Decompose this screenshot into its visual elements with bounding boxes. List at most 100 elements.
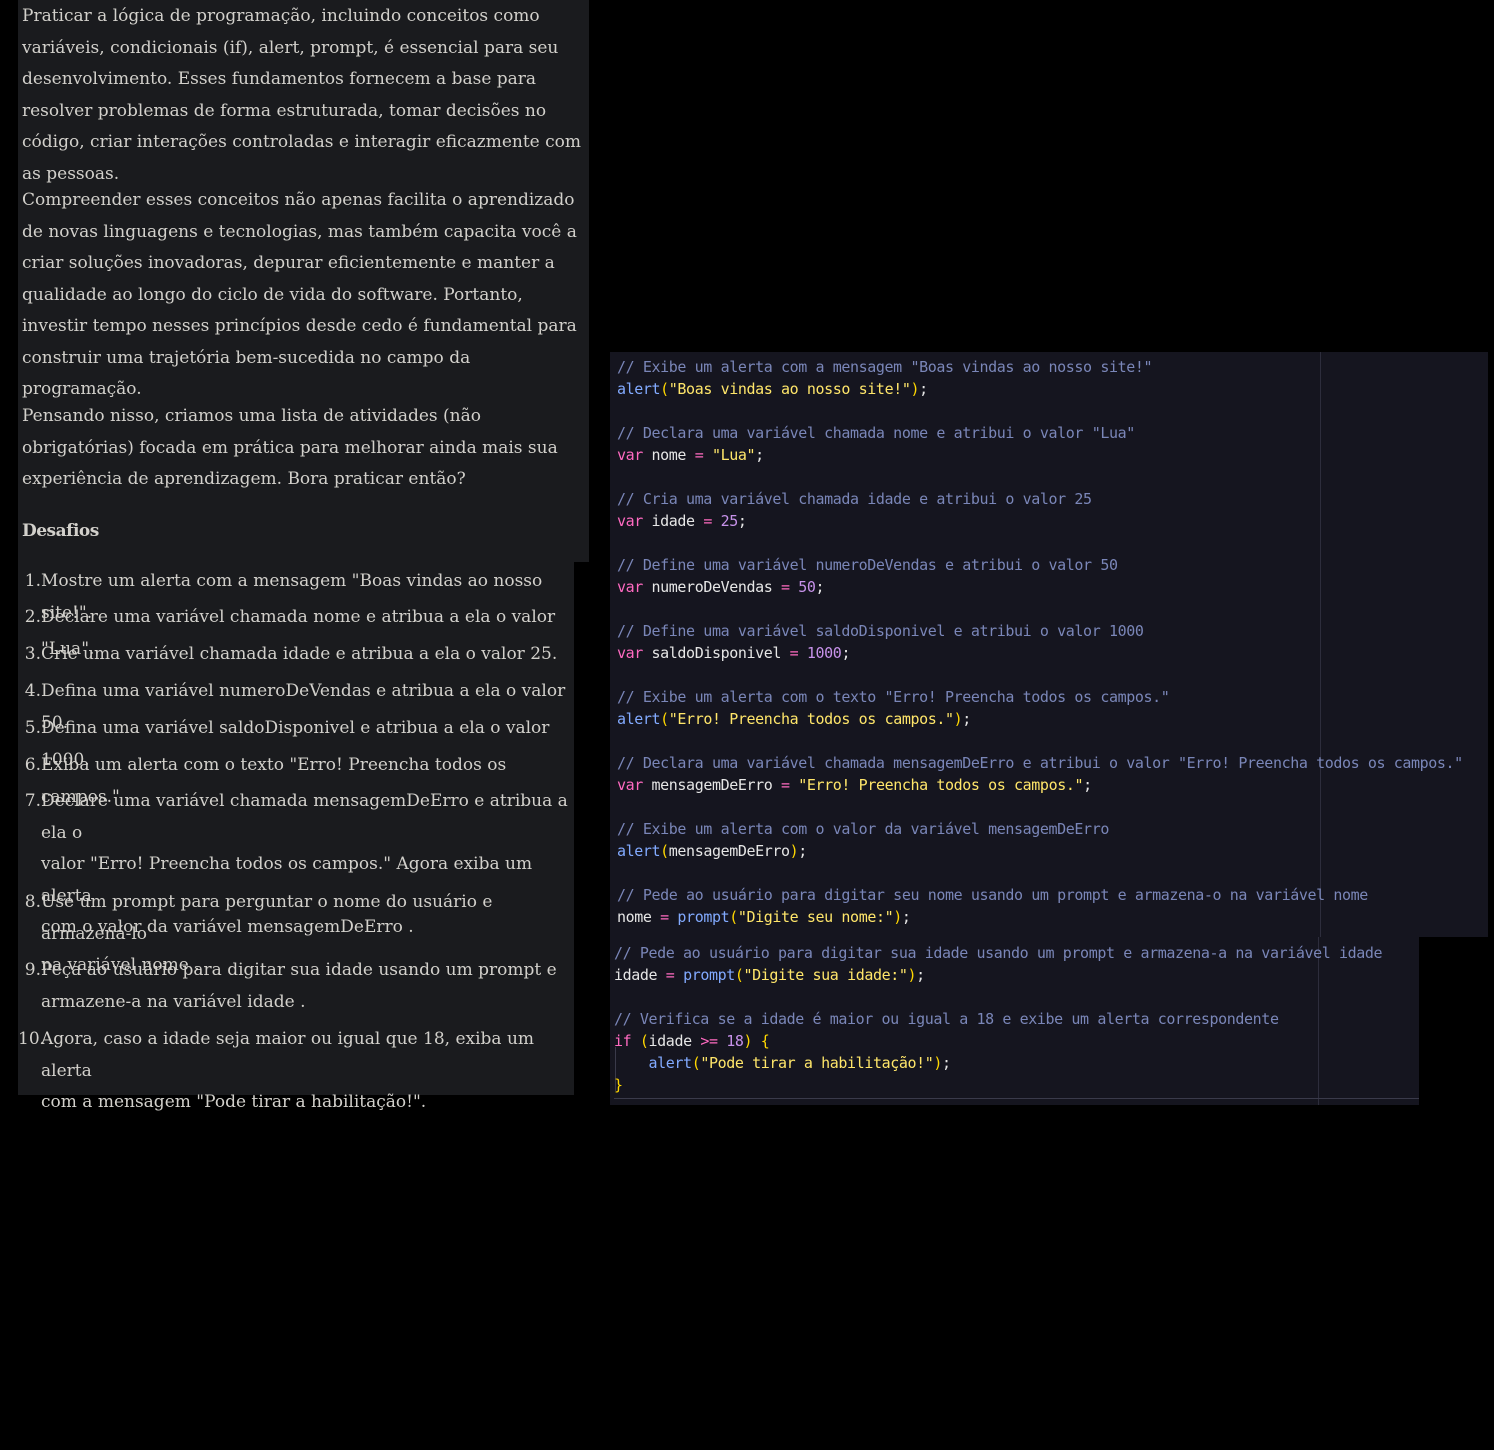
intro-paragraph-3: Pensando nisso, criamos uma lista de ati… — [22, 406, 558, 489]
code-token: ; — [942, 1054, 951, 1072]
code-token: 25 — [711, 512, 739, 530]
code-token: // Exibe um alerta com o valor da variáv… — [617, 820, 1109, 838]
challenge-text-part: Defina uma variável — [41, 718, 214, 738]
code-token: nome — [642, 446, 695, 464]
intro-paragraph-1: Praticar a lógica de programação, inclui… — [22, 6, 582, 184]
challenges-list: 1. Mostre um alerta com a mensagem "Boas … — [18, 562, 574, 1112]
inline-code: idade — [247, 991, 295, 1012]
code-token: 1000 — [798, 644, 842, 662]
code-token: // Declara uma variável chamada mensagem… — [617, 754, 1463, 772]
code-token: // Cria uma variável chamada idade e atr… — [617, 490, 1092, 508]
code-token: // Exibe um alerta com o texto "Erro! Pr… — [617, 688, 1170, 706]
challenge-text-part: Peça ao usuário para digitar sua idade u… — [41, 960, 557, 980]
code-line: // Declara uma variável chamada mensagem… — [617, 752, 1463, 774]
challenge-line: armazene-a na variável idade . — [41, 987, 571, 1019]
code-token: prompt — [668, 908, 730, 926]
code-token: = — [781, 776, 790, 794]
code-token: mensagemDeErro — [642, 776, 781, 794]
code-token: alert — [617, 842, 661, 860]
code-token: var — [617, 446, 643, 464]
challenge-text: Peça ao usuário para digitar sua idade u… — [41, 955, 571, 1018]
code-token: ; — [901, 908, 911, 926]
code-token: var — [617, 644, 643, 662]
code-token: ) — [789, 842, 799, 860]
code-token: ) — [910, 380, 920, 398]
code-line: // Pede ao usuário para digitar sua idad… — [614, 942, 1383, 964]
challenge-number: 10. — [18, 1029, 46, 1049]
code-token: if — [614, 1032, 632, 1050]
code-token: saldoDisponivel — [642, 644, 790, 662]
code-token: ) — [893, 908, 902, 926]
code-token: ( — [729, 908, 738, 926]
code-token: "Boas vindas ao nosso site!" — [668, 380, 911, 398]
code-token: 50 — [789, 578, 816, 596]
code-line: // Cria uma variável chamada idade e atr… — [617, 488, 1092, 510]
challenge-text: Agora, caso a idade seja maior ou igual … — [41, 1024, 571, 1119]
code-token: mensagemDeErro — [668, 842, 790, 860]
code-token: ( — [660, 842, 669, 860]
challenge-text-part: com a mensagem "Pode tirar a habilitação… — [41, 1092, 427, 1112]
challenge-number: 5. — [24, 718, 41, 738]
code-line: alert("Erro! Preencha todos os campos.")… — [617, 708, 971, 730]
challenge-line: Agora, caso a idade seja maior ou igual … — [41, 1024, 571, 1087]
code-token: nome — [617, 908, 661, 926]
challenge-text-part: Use um prompt para perguntar o nome do u… — [41, 892, 493, 944]
code-line: idade = prompt("Digite sua idade:"); — [614, 964, 925, 986]
code-token: ) — [933, 1054, 942, 1072]
challenge-text-part: armazene-a na variável — [41, 991, 248, 1012]
code-block-2: // Pede ao usuário para digitar sua idad… — [610, 937, 1419, 1105]
code-line: // Define uma variável numeroDeVendas e … — [617, 554, 1118, 576]
challenge-line: Declare uma variável chamada mensagemDeE… — [41, 786, 571, 849]
inline-code: nome — [313, 607, 361, 627]
code-token: // Define uma variável saldoDisponivel e… — [617, 622, 1144, 640]
code-token: alert — [648, 1054, 693, 1072]
code-token: >= — [700, 1032, 718, 1050]
inline-code: idade — [282, 644, 331, 664]
code-line: // Exibe um alerta com o valor da variáv… — [617, 818, 1109, 840]
code-line: var numeroDeVendas = 50; — [617, 576, 825, 598]
challenge-line: Crie uma variável chamada idade e atribu… — [41, 639, 571, 671]
code-block-1: // Exibe um alerta com a mensagem "Boas … — [610, 352, 1488, 937]
challenges-heading: Desafios — [22, 521, 99, 541]
code-token: idade — [614, 966, 666, 984]
code-token: } — [614, 1076, 623, 1094]
code-token: ; — [755, 446, 764, 464]
scrollbar-track — [614, 1098, 1419, 1099]
code-line: // Define uma variável saldoDisponivel e… — [617, 620, 1144, 642]
code-token: 18 — [717, 1032, 744, 1050]
code-line: nome = prompt("Digite seu nome:"); — [617, 906, 911, 928]
challenge-line: Peça ao usuário para digitar sua idade u… — [41, 955, 571, 987]
code-line: var idade = 25; — [617, 510, 747, 532]
code-token: { — [760, 1032, 770, 1050]
code-token: var — [617, 512, 643, 530]
code-token: var — [617, 776, 643, 794]
inline-code: numeroDeVendas — [219, 681, 371, 701]
code-token: // Define uma variável numeroDeVendas e … — [617, 556, 1118, 574]
code-token: ( — [660, 710, 669, 728]
code-token: ; — [798, 842, 807, 860]
intro-paragraph-2: Compreender esses conceitos não apenas f… — [22, 190, 577, 399]
code-token: alert — [617, 710, 661, 728]
code-token: // Exibe um alerta com a mensagem "Boas … — [617, 358, 1153, 376]
challenge-text-part: Agora, caso a idade seja maior ou igual … — [41, 1029, 535, 1081]
intro-panel: Praticar a lógica de programação, inclui… — [18, 0, 589, 562]
code-line: // Exibe um alerta com a mensagem "Boas … — [617, 356, 1153, 378]
inline-code: mensagemDeErro — [313, 791, 469, 811]
code-line: var nome = "Lua"; — [617, 444, 764, 466]
code-line: } — [614, 1074, 623, 1096]
challenge-text-part: Declare uma variável chamada — [41, 791, 308, 811]
code-line: alert("Boas vindas ao nosso site!"); — [617, 378, 928, 400]
code-token: idade — [648, 1032, 701, 1050]
challenge-text-part: . — [294, 991, 306, 1012]
code-token: // Declara uma variável chamada nome e a… — [617, 424, 1135, 442]
challenge-number: 4. — [24, 681, 41, 701]
code-token: "Erro! Preencha todos os campos." — [789, 776, 1084, 794]
code-token: ; — [919, 380, 928, 398]
challenge-text-part: e atribua a ela o valor 25. — [330, 644, 558, 664]
code-token: ; — [962, 710, 971, 728]
code-token: // Pede ao usuário para digitar seu nome… — [617, 886, 1368, 904]
code-line: // Declara uma variável chamada nome e a… — [617, 422, 1135, 444]
code-token: ( — [639, 1032, 649, 1050]
